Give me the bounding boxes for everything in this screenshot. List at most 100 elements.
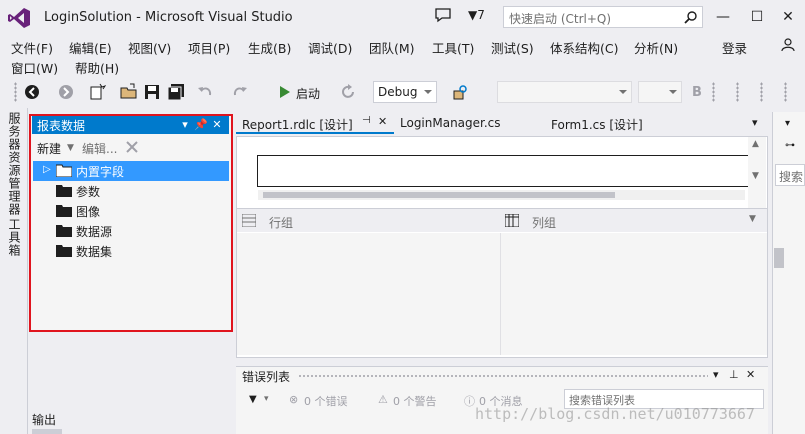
start-debugging-icon[interactable]: [279, 83, 291, 101]
errors-filter-button[interactable]: 0 个错误: [304, 393, 348, 409]
close-panel-icon[interactable]: ✕: [210, 116, 224, 134]
tree-item-data-sources[interactable]: 数据源: [33, 221, 229, 241]
close-tab-icon[interactable]: ✕: [378, 115, 387, 128]
navigate-forward-icon[interactable]: [58, 83, 74, 101]
pin-icon[interactable]: ⊥: [729, 368, 739, 381]
watermark: http://blog.csdn.net/u010773667: [475, 405, 755, 423]
tree-item-builtin-fields[interactable]: ▷ 内置字段: [33, 161, 229, 181]
report-body[interactable]: [257, 155, 749, 187]
search-icon[interactable]: [684, 10, 698, 24]
pin-icon[interactable]: ⊣: [362, 115, 371, 126]
close-panel-icon[interactable]: ✕: [746, 368, 755, 381]
scroll-up-icon[interactable]: ▲: [752, 139, 759, 149]
edit-button[interactable]: 编辑...: [82, 140, 117, 157]
save-all-icon[interactable]: [167, 83, 185, 101]
column-groups-icon: [505, 214, 519, 227]
tree-item-datasets[interactable]: 数据集: [33, 241, 229, 261]
error-list-title: 错误列表: [242, 370, 291, 384]
warnings-filter-icon[interactable]: ⚠: [378, 393, 388, 406]
window-title: LoginSolution - Microsoft Visual Studio: [44, 10, 293, 25]
search-placeholder: 搜索: [779, 170, 804, 184]
grouping-divider: [500, 233, 501, 355]
notification-icon[interactable]: [434, 7, 452, 23]
tree-item-parameters[interactable]: 参数: [33, 181, 229, 201]
font-size-dropdown[interactable]: [638, 81, 682, 103]
toolbar-grip[interactable]: [784, 82, 787, 102]
menu-analyze[interactable]: 分析(N): [633, 38, 679, 57]
tab-report1-rdlc[interactable]: Report1.rdlc [设计] ⊣ ✕: [236, 114, 394, 134]
start-button[interactable]: 启动: [296, 85, 320, 102]
search-options-icon[interactable]: ⊶: [785, 140, 795, 151]
horizontal-scrollbar[interactable]: [258, 190, 745, 200]
scope-filter-icon[interactable]: ▼: [249, 394, 257, 405]
expand-arrow-icon[interactable]: ▷: [43, 164, 51, 175]
new-project-icon[interactable]: [88, 83, 106, 101]
menu-project[interactable]: 项目(P): [187, 38, 231, 57]
close-button[interactable]: ✕: [776, 6, 800, 28]
undo-icon[interactable]: [197, 83, 213, 101]
report-data-panel-header: 报表数据 ▾ 📌 ✕: [32, 116, 229, 134]
menu-build[interactable]: 生成(B): [247, 38, 292, 57]
scrollbar-thumb[interactable]: [774, 248, 784, 268]
panel-dropdown-icon[interactable]: ▾: [713, 368, 719, 381]
tab-overflow-icon[interactable]: ▾: [752, 116, 758, 129]
menu-file[interactable]: 文件(F): [10, 38, 54, 57]
scroll-down-icon[interactable]: ▼: [752, 171, 759, 181]
menu-architecture[interactable]: 体系结构(C): [549, 38, 619, 57]
save-icon[interactable]: [144, 83, 160, 101]
messages-filter-icon[interactable]: ⓘ: [464, 393, 475, 409]
chevron-down-icon: [424, 90, 432, 94]
panel-dropdown-icon[interactable]: ▾: [785, 118, 790, 129]
refresh-icon[interactable]: [340, 83, 356, 101]
solution-search-input[interactable]: 搜索: [775, 164, 805, 186]
sign-in-link[interactable]: 登录: [722, 38, 747, 57]
tree-item-images[interactable]: 图像: [33, 201, 229, 221]
find-in-files-icon[interactable]: [453, 83, 469, 101]
navigate-back-icon[interactable]: [24, 83, 40, 101]
menu-team[interactable]: 团队(M): [368, 38, 416, 57]
open-file-icon[interactable]: [120, 83, 138, 101]
redo-icon[interactable]: [232, 83, 248, 101]
solution-configuration-dropdown[interactable]: Debug: [373, 81, 437, 103]
toolbox-tab[interactable]: 工具箱: [6, 218, 23, 257]
folder-icon: [56, 205, 72, 217]
column-groups-label: 列组: [532, 216, 557, 230]
menu-debug[interactable]: 调试(D): [307, 38, 353, 57]
pin-icon[interactable]: 📌: [194, 116, 208, 134]
menu-view[interactable]: 视图(V): [127, 38, 172, 57]
menu-help[interactable]: 帮助(H): [74, 58, 120, 77]
toolbar-grip[interactable]: [736, 82, 739, 102]
menu-tools[interactable]: 工具(T): [431, 38, 475, 57]
panel-dropdown-icon[interactable]: ▾: [178, 116, 192, 134]
warnings-filter-button[interactable]: 0 个警告: [393, 393, 437, 409]
tab-loginmanager-cs[interactable]: LoginManager.cs: [394, 114, 507, 134]
toolbar-grip[interactable]: [14, 82, 17, 102]
feedback-icon[interactable]: [780, 36, 796, 52]
chevron-down-icon[interactable]: ▾: [264, 394, 269, 404]
delete-icon[interactable]: [125, 140, 139, 154]
notification-count[interactable]: ▼7: [468, 8, 485, 22]
menu-window[interactable]: 窗口(W): [10, 58, 59, 77]
toolbar-grip[interactable]: [760, 82, 763, 102]
menu-test[interactable]: 测试(S): [490, 38, 535, 57]
report-data-toolbar: 新建 ▼ 编辑...: [32, 136, 229, 160]
server-explorer-tab[interactable]: 服务器资源管理器: [6, 112, 23, 216]
output-tab[interactable]: 输出: [32, 411, 56, 428]
new-button[interactable]: 新建: [37, 140, 61, 157]
scrollbar-thumb[interactable]: [263, 192, 615, 198]
toolbar-grip[interactable]: [712, 82, 715, 102]
menu-edit[interactable]: 编辑(E): [68, 38, 113, 57]
new-dropdown-icon[interactable]: ▼: [67, 143, 74, 153]
grouping-options-icon[interactable]: ▼: [749, 214, 756, 224]
bold-button[interactable]: B: [692, 85, 702, 100]
vertical-scrollbar[interactable]: ▲ ▼: [748, 137, 766, 209]
maximize-button[interactable]: ☐: [745, 6, 769, 28]
panel-grip: [298, 374, 708, 378]
minimize-button[interactable]: —: [711, 6, 735, 28]
row-groups-icon: [242, 214, 256, 227]
font-family-dropdown[interactable]: [497, 81, 632, 103]
errors-filter-icon[interactable]: ⊗: [289, 393, 298, 406]
chevron-down-icon: [669, 90, 677, 94]
quick-launch-input[interactable]: 快速启动 (Ctrl+Q): [503, 6, 703, 28]
tab-form1-cs-design[interactable]: Form1.cs [设计]: [545, 114, 649, 134]
